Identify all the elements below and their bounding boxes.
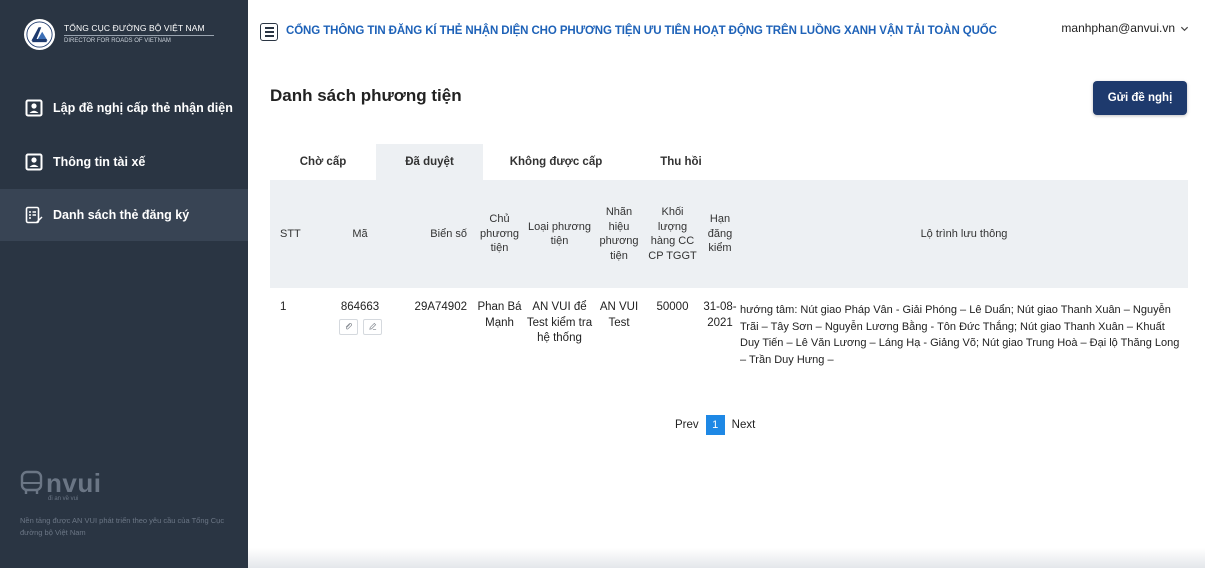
column-header-type: Loại phương tiện (526, 180, 593, 288)
cell-stt: 1 (280, 301, 287, 313)
column-header-stt: STT (270, 180, 318, 288)
cell-inspection: 31-08-2021 (703, 301, 737, 329)
sidebar-item-registered-cards[interactable]: Danh sách thẻ đăng ký (0, 189, 248, 241)
column-header-route: Lộ trình lưu thông (740, 180, 1188, 288)
tab-pending[interactable]: Chờ cấp (270, 144, 376, 180)
cell-brand: AN VUI Test (599, 301, 639, 329)
sidebar-nav: Lập đề nghị cấp thẻ nhận diện Thông tin … (0, 82, 248, 241)
brand-header[interactable]: TỔNG CỤC ĐƯỜNG BỘ VIỆT NAM DIRECTOR FOR … (0, 0, 248, 68)
page-title: Danh sách phương tiện (270, 86, 462, 105)
brand-subtitle: DIRECTOR FOR ROADS OF VIETNAM (64, 38, 171, 45)
anvui-tagline: đi an về vui (48, 496, 79, 502)
anvui-wordmark: nvui (46, 468, 102, 498)
cell-load: 50000 (656, 301, 689, 313)
row-actions (318, 318, 402, 335)
code-value: 864663 (340, 301, 380, 313)
sidebar-item-label: Danh sách thẻ đăng ký (53, 208, 190, 222)
send-request-button[interactable]: Gửi đề nghị (1093, 81, 1187, 115)
brand-divider (64, 35, 214, 37)
cell-plate: 29A74902 (414, 301, 467, 313)
pencil-icon (368, 322, 376, 331)
top-bar: CỔNG THÔNG TIN ĐĂNG KÍ THẺ NHẬN DIỆN CHO… (248, 0, 1205, 64)
list-document-icon (25, 206, 43, 224)
bus-icon (20, 470, 43, 494)
bottom-scroll-shadow (248, 548, 1205, 568)
menu-toggle-icon[interactable] (260, 23, 278, 41)
tab-approved[interactable]: Đã duyệt (376, 144, 483, 180)
table-header-row: STT Mã Biển số Chủ phương tiện Loại phươ… (270, 180, 1188, 288)
sidebar-item-label: Lập đề nghị cấp thẻ nhận diện (53, 101, 233, 115)
user-email: manhphan@anvui.vn (1061, 21, 1175, 35)
tab-rejected[interactable]: Không được cấp (483, 144, 629, 180)
paperclip-icon (345, 322, 352, 330)
sidebar-item-request-card[interactable]: Lập đề nghị cấp thẻ nhận diện (0, 82, 248, 134)
sidebar-item-label: Thông tin tài xế (53, 155, 146, 169)
edit-button[interactable] (362, 318, 382, 335)
pagination: Prev 1 Next (675, 415, 755, 435)
chevron-down-icon (1180, 26, 1189, 31)
tab-revoked[interactable]: Thu hồi (629, 144, 733, 180)
app-root: TỔNG CỤC ĐƯỜNG BỘ VIỆT NAM DIRECTOR FOR … (0, 0, 1205, 568)
drvn-logo-icon (24, 18, 55, 50)
sidebar-item-driver-info[interactable]: Thông tin tài xế (0, 136, 248, 188)
portal-title: CỔNG THÔNG TIN ĐĂNG KÍ THẺ NHẬN DIỆN CHO… (286, 25, 997, 37)
column-header-plate: Biển số (402, 180, 473, 288)
user-menu[interactable]: manhphan@anvui.vn (1061, 21, 1189, 35)
sidebar-footer-note: Nền tảng được AN VUI phát triển theo yêu… (20, 516, 225, 537)
sidebar-footer: nvui đi an về vui Nền tảng được AN VUI p… (20, 470, 235, 539)
cell-owner: Phan Bá Mạnh (477, 301, 522, 329)
column-header-inspection: Hạn đăng kiểm (700, 180, 740, 288)
column-header-owner: Chủ phương tiện (473, 180, 526, 288)
cell-route: hướng tâm: Nút giao Pháp Vân - Giải Phón… (740, 304, 1180, 366)
main-content: Danh sách phương tiện Gửi đề nghị Chờ cấ… (248, 64, 1205, 568)
contact-card-icon (25, 99, 43, 117)
cell-type: AN VUI để Test kiểm tra hệ thống (526, 301, 593, 344)
column-header-brand: Nhãn hiệu phương tiện (593, 180, 645, 288)
cell-code: 864663 (318, 288, 402, 398)
status-tabs: Chờ cấp Đã duyệt Không được cấp Thu hồi (270, 144, 733, 180)
table-row[interactable]: 1 864663 29A74902 Phan Bá Mạnh AN VUI để… (270, 288, 1188, 398)
vehicle-table: STT Mã Biển số Chủ phương tiện Loại phươ… (270, 180, 1188, 398)
sidebar: TỔNG CỤC ĐƯỜNG BỘ VIỆT NAM DIRECTOR FOR … (0, 0, 248, 568)
page-number-current[interactable]: 1 (705, 415, 725, 435)
brand-title: TỔNG CỤC ĐƯỜNG BỘ VIỆT NAM (64, 22, 205, 33)
column-header-code: Mã (318, 180, 402, 288)
contact-card-icon (25, 153, 43, 171)
column-header-load: Khối lượng hàng CC CP TGGT (645, 180, 700, 288)
next-page-button[interactable]: Next (732, 419, 756, 431)
prev-page-button[interactable]: Prev (675, 419, 699, 431)
anvui-logo: nvui (20, 470, 235, 496)
attach-button[interactable] (338, 318, 358, 335)
